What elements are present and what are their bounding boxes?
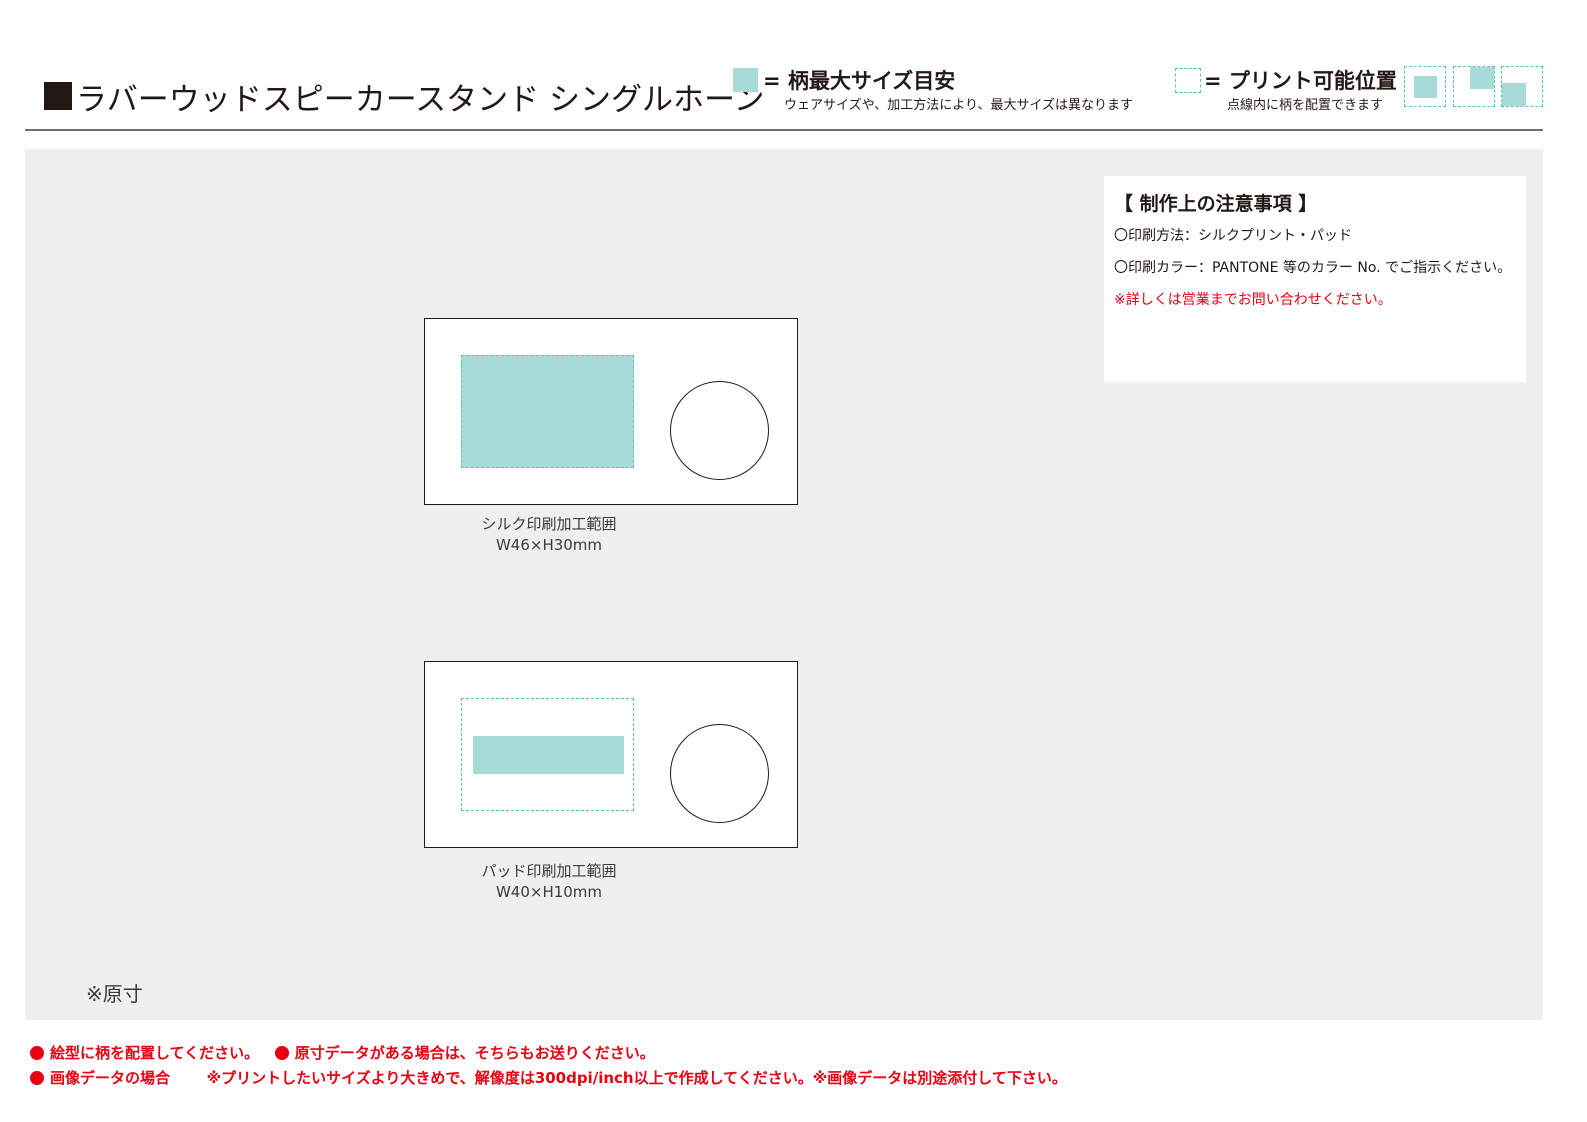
- legend-printable-label: = プリント可能位置: [1204, 69, 1397, 93]
- notes-heading: 【 制作上の注意事項 】: [1114, 193, 1318, 215]
- speaker-hole-icon: [670, 381, 769, 480]
- printable-dashed-icon: [1175, 68, 1201, 93]
- production-notes: 【 制作上の注意事項 】 〇印刷方法：シルクプリント・パッド 〇印刷カラー：PA…: [1104, 176, 1526, 382]
- legend-max-size-label: = 柄最大サイズ目安: [763, 69, 956, 93]
- pad-print-area: [461, 698, 634, 811]
- pad-print-fill: [473, 736, 624, 774]
- title-divider: [25, 129, 1543, 131]
- silk-caption: シルク印刷加工範囲 W46×H30mm: [424, 514, 674, 556]
- title-square-icon: [44, 82, 72, 110]
- placement-example-bottom-right-icon: [1501, 66, 1543, 107]
- pad-print-template: [424, 661, 798, 848]
- footer-note-artwork: 絵型に柄を配置してください。: [50, 1044, 260, 1062]
- placement-example-top-right-icon: [1453, 66, 1495, 107]
- silk-method-label: シルク印刷加工範囲: [481, 515, 617, 533]
- placement-example-center-icon: [1404, 66, 1446, 107]
- page-title-group: ラバーウッドスピーカースタンド シングルホーン: [44, 74, 764, 118]
- silk-print-template: [424, 318, 798, 505]
- bullet-icon: [274, 1046, 289, 1060]
- pad-size-label: W40×H10mm: [495, 883, 603, 901]
- pad-caption: パッド印刷加工範囲 W40×H10mm: [424, 861, 674, 903]
- footer-note-original: 原寸データがある場合は、そちらもお送りください。: [294, 1044, 655, 1062]
- notes-line-color: 〇印刷カラー：PANTONE 等のカラー No. でご指示ください。: [1114, 260, 1512, 276]
- notes-line-method: 〇印刷方法：シルクプリント・パッド: [1114, 228, 1352, 244]
- bullet-icon: [30, 1071, 44, 1085]
- bullet-icon: [30, 1046, 44, 1060]
- footer-note-image-detail: ※プリントしたいサイズより大きめで、解像度は300dpi/inch以上で作成して…: [206, 1069, 1067, 1087]
- footer-line-1: 絵型に柄を配置してください。 原寸データがある場合は、そちらもお送りください。: [30, 1042, 655, 1063]
- scale-note: ※原寸: [86, 982, 143, 1006]
- footer-line-2: 画像データの場合 ※プリントしたいサイズより大きめで、解像度は300dpi/in…: [30, 1067, 1067, 1088]
- pad-method-label: パッド印刷加工範囲: [481, 862, 617, 880]
- silk-size-label: W46×H30mm: [495, 536, 603, 554]
- notes-warning: ※詳しくは営業までお問い合わせください。: [1114, 292, 1392, 308]
- legend-max-size-sub: ウェアサイズや、加工方法により、最大サイズは異なります: [784, 98, 1134, 113]
- page-title: ラバーウッドスピーカースタンド シングルホーン: [76, 81, 765, 118]
- max-size-swatch-icon: [733, 68, 758, 92]
- footer-note-image-title: 画像データの場合: [50, 1069, 171, 1087]
- silk-print-area: [461, 355, 634, 468]
- legend-printable-sub: 点線内に柄を配置できます: [1227, 98, 1384, 113]
- speaker-hole-icon: [670, 724, 769, 823]
